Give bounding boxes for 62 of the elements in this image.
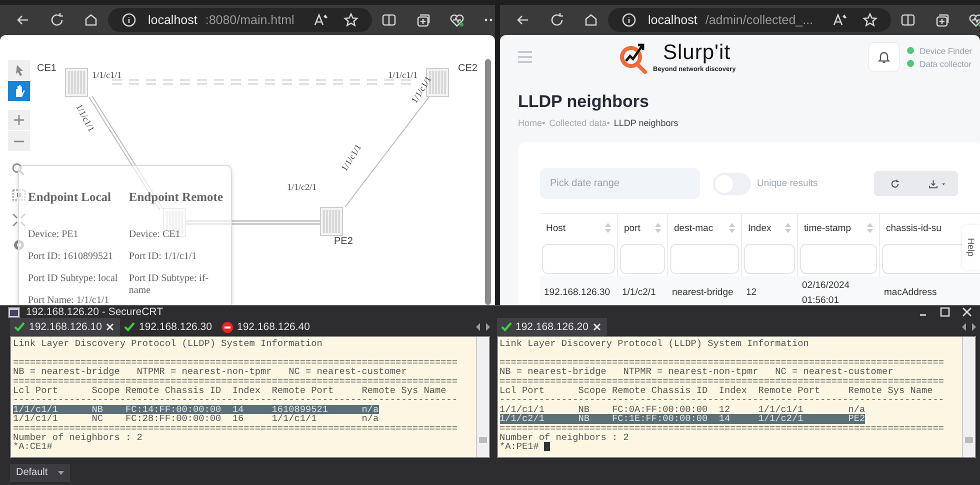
session-tab[interactable]: 192.168.126.30 bbox=[120, 318, 218, 336]
terminal-line: =============================================================================== bbox=[13, 358, 458, 368]
terminal-line: Link Layer Discovery Protocol (LLDP) System Information bbox=[13, 339, 322, 348]
tooltip-field: Port Name: 1/1/c1/1 bbox=[28, 295, 121, 305]
toggle-label: Unique results bbox=[757, 178, 818, 189]
terminal-line: =============================================================================== bbox=[13, 424, 458, 434]
logo-name: Slurp'it bbox=[663, 42, 732, 62]
tooltip-heading: Endpoint Remote bbox=[128, 190, 223, 205]
column-header[interactable]: port bbox=[618, 213, 668, 242]
terminal-line: =============================================================================== bbox=[500, 376, 944, 386]
table-cell: nearest-bridge bbox=[672, 287, 734, 298]
node-label: CE1 bbox=[37, 63, 56, 74]
terminal-line: Lcl Port Scope Remote Chassis ID Index Remote Port Remote Sys Name bbox=[13, 386, 446, 396]
help-tab[interactable]: Help bbox=[962, 225, 980, 270]
terminal-line: Lcl Port Scope Remote Chassis ID Index Remote Port Remote Sys Name bbox=[500, 386, 933, 396]
terminal-line: Number of neighbors : 2 bbox=[13, 433, 142, 442]
port-label: 1/1/c1/1 bbox=[388, 71, 418, 80]
session-tab[interactable]: 192.168.126.20 bbox=[496, 318, 606, 336]
column-header[interactable]: time-stamp bbox=[798, 213, 880, 242]
node-label: PE2 bbox=[334, 236, 353, 247]
terminal-line: NB = nearest-bridge NTPMR = nearest-non-tpmr NC = nearest-customer bbox=[500, 367, 894, 377]
terminal-line: *A:CE1# bbox=[13, 442, 52, 452]
table-cell: 02/16/2024 01:56:01 bbox=[802, 280, 850, 305]
session-tab[interactable]: 192.168.126.10 bbox=[10, 318, 120, 336]
date-range-field[interactable]: Pick date range bbox=[540, 168, 700, 199]
status-label: Device Finder bbox=[920, 46, 972, 56]
node-label: CE2 bbox=[458, 63, 478, 74]
address-bar[interactable]: localhost :8080/main.html bbox=[108, 8, 372, 32]
tooltip-field: Port ID Subtype: local bbox=[28, 273, 121, 285]
session-tab[interactable]: 192.168.126.40 bbox=[218, 318, 316, 336]
tooltip-field: Port ID: 1/1/c1/1 bbox=[128, 251, 223, 263]
tooltip-field: Device: CE1 bbox=[128, 229, 223, 241]
terminal-line: ------------------------------------------------------------------------------- bbox=[500, 395, 944, 405]
table-cell: macAddress bbox=[884, 287, 937, 298]
address-bar[interactable]: localhost /admin/collected_... bbox=[608, 8, 892, 32]
terminal-line: Link Layer Discovery Protocol (LLDP) System Information bbox=[500, 339, 809, 348]
terminal-line: ------------------------------------------------------------------------------- bbox=[13, 395, 458, 405]
terminal-line: *A:PE1# bbox=[500, 442, 550, 452]
tooltip-field: Port ID Subtype: if-name bbox=[128, 273, 223, 297]
port-label: 1/1/c1/1 bbox=[92, 71, 122, 80]
session-dropdown[interactable]: Default bbox=[10, 464, 70, 482]
terminal-line: Number of neighbors : 2 bbox=[500, 433, 629, 442]
column-header[interactable]: dest-mac bbox=[668, 213, 742, 242]
table-cell: 192.168.126.30 bbox=[544, 287, 610, 298]
column-header[interactable]: Host bbox=[540, 213, 618, 242]
terminal-line: 1/1/c1/1 NB FC:0A:FF:00:00:00 12 1/1/c1/1 n/a bbox=[500, 404, 866, 414]
column-header[interactable]: Index bbox=[742, 213, 798, 242]
terminal-line: =============================================================================== bbox=[500, 358, 944, 368]
breadcrumb-current: LLDP neighbors bbox=[614, 118, 678, 128]
tooltip-field: Port ID: 1610899521 bbox=[28, 251, 121, 263]
table-cell: 12 bbox=[746, 287, 757, 298]
terminal-line: NB = nearest-bridge NTPMR = nearest-non-tpmr NC = nearest-customer bbox=[13, 367, 407, 377]
terminal-line: 1/1/c1/1 NC FC:28:FF:00:00:00 16 1/1/c1/1 n/a bbox=[13, 414, 379, 424]
page-title: LLDP neighbors bbox=[518, 92, 650, 112]
tooltip-field: Device: PE1 bbox=[28, 229, 121, 241]
tooltip-heading: Endpoint Local bbox=[28, 190, 112, 205]
terminal-line: =============================================================================== bbox=[500, 424, 944, 434]
terminal-line: =============================================================================== bbox=[13, 376, 458, 386]
port-label: 1/1/c2/1 bbox=[287, 183, 316, 192]
window-title: 192.168.126.20 - SecureCRT bbox=[26, 306, 163, 318]
status-label: Data collector bbox=[920, 58, 972, 68]
table-cell: 1/1/c2/1 bbox=[622, 287, 656, 298]
